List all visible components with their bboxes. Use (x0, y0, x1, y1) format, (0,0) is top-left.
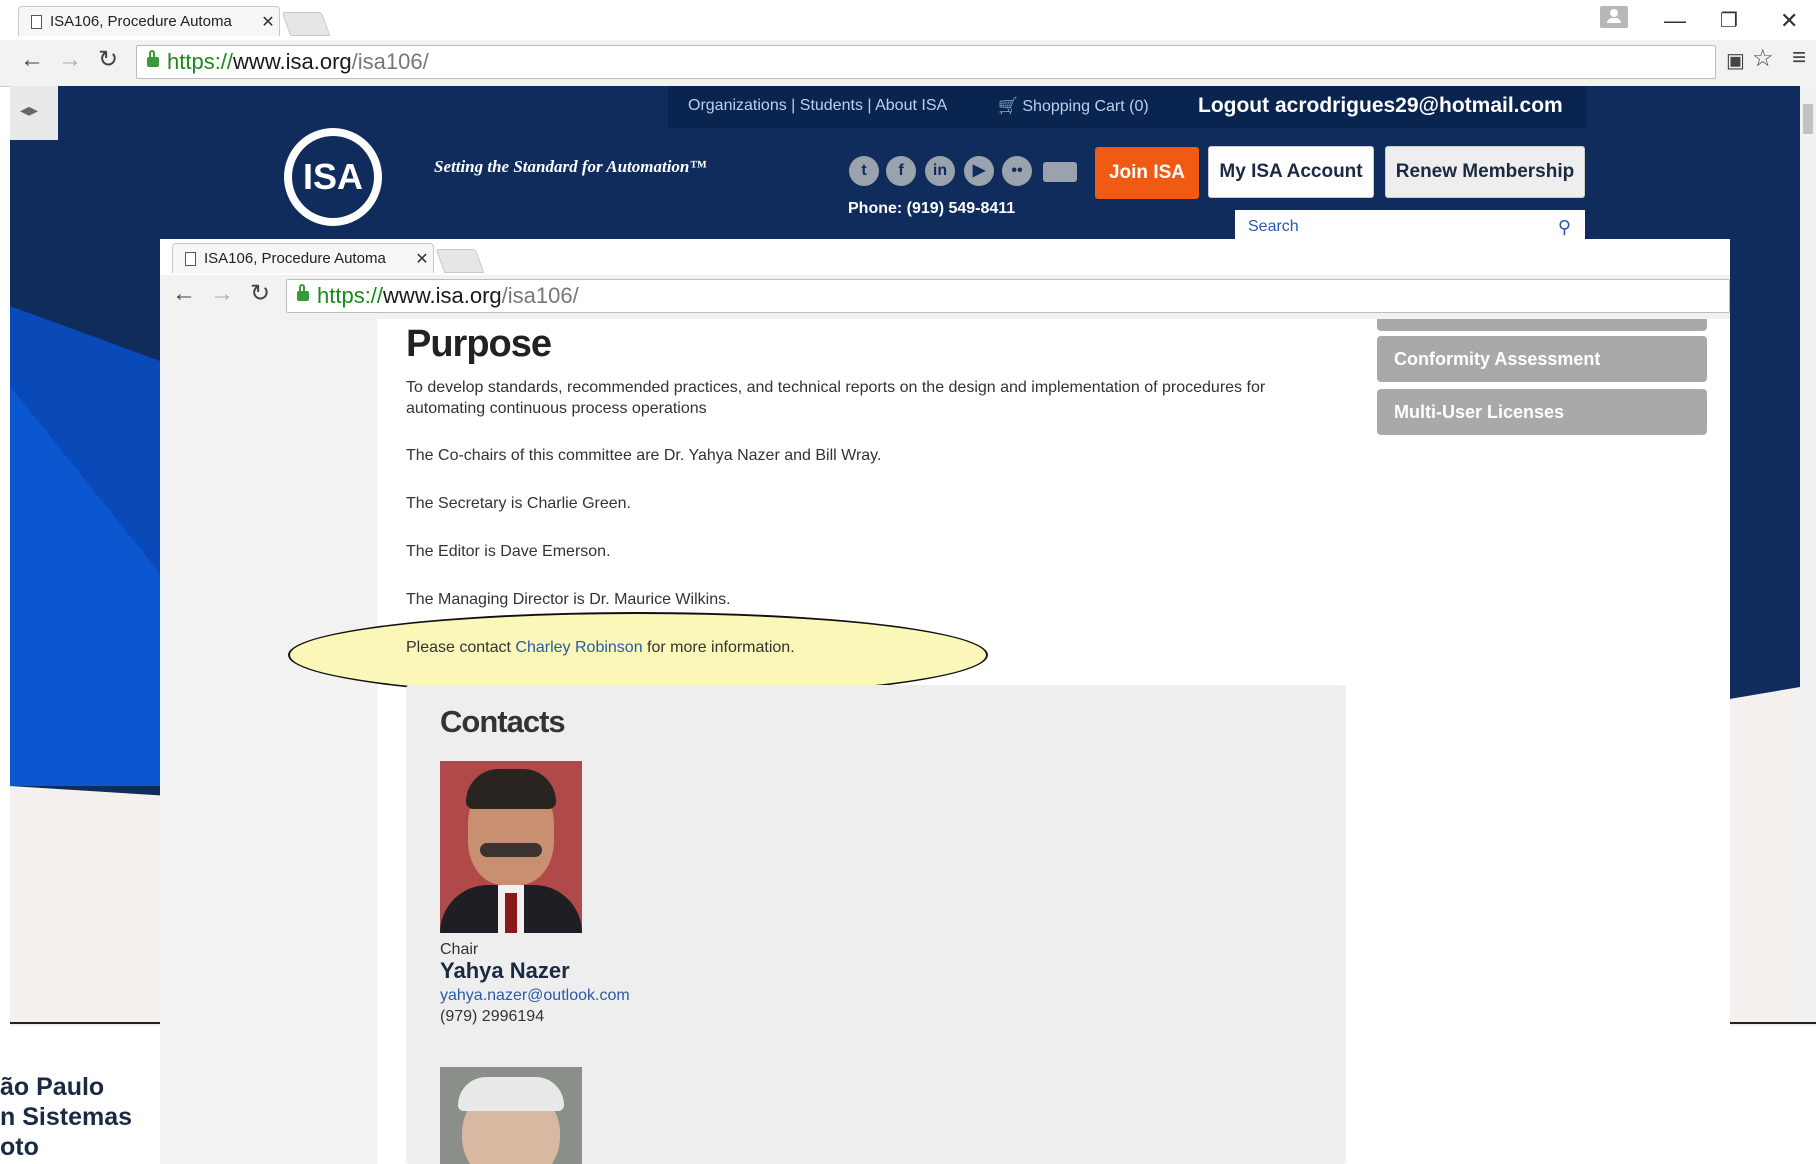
contact-suffix: for more information. (642, 639, 795, 656)
charley-robinson-link[interactable]: Charley Robinson (515, 639, 642, 656)
sidebar-multi-user-licenses[interactable]: Multi-User Licenses (1377, 389, 1707, 435)
restore-icon[interactable]: ❐ (1720, 8, 1738, 33)
minimize-icon[interactable]: — (1664, 8, 1686, 34)
linkedin-icon[interactable]: in (925, 156, 955, 186)
page-icon (185, 251, 196, 266)
url-host: www.isa.org (383, 283, 502, 308)
close-tab-icon[interactable]: ✕ (411, 249, 433, 269)
url-host: www.isa.org (233, 49, 352, 74)
front-toolbar: ← → ↻ https://www.isa.org/isa106/ (160, 275, 1730, 320)
nav-separator: | (791, 97, 796, 114)
contact-sentence: Please contact Charley Robinson for more… (406, 637, 795, 658)
logout-link[interactable]: Logout acrodrigues29@hotmail.com (1198, 94, 1563, 118)
flickr-icon[interactable]: •• (1002, 156, 1032, 186)
back-icon[interactable]: ← (20, 46, 44, 74)
phone-number: Phone: (919) 549-8411 (848, 200, 1016, 217)
translate-icon[interactable]: ▣ (1726, 48, 1745, 73)
url-scheme: https:// (317, 283, 384, 308)
sidebar-item-partial[interactable] (1377, 319, 1707, 331)
co-chair-photo (440, 1067, 582, 1164)
profile-icon[interactable] (1600, 6, 1628, 28)
url-scheme: https:// (167, 49, 234, 74)
back-tab-strip: ISA106, Procedure Automa ✕ — ❐ ✕ (0, 0, 1816, 41)
nav-about-isa[interactable]: About ISA (875, 97, 947, 114)
facebook-icon[interactable]: f (886, 156, 916, 186)
director-text: The Managing Director is Dr. Maurice Wil… (406, 591, 731, 608)
contacts-heading: Contacts (440, 704, 566, 739)
contact-role: Chair (440, 941, 479, 958)
url-path: /isa106/ (351, 49, 429, 74)
search-placeholder: Search (1248, 218, 1299, 235)
join-isa-button[interactable]: Join ISA (1095, 147, 1199, 199)
nav-students[interactable]: Students (800, 97, 863, 114)
chair-photo (440, 761, 582, 933)
front-tab-title: ISA106, Procedure Automa (204, 250, 386, 267)
editor-text: The Editor is Dave Emerson. (406, 543, 611, 560)
front-tab[interactable]: ISA106, Procedure Automa ✕ (172, 243, 434, 273)
front-tab-strip: ISA106, Procedure Automa ✕ (160, 239, 1730, 276)
page-icon (31, 14, 42, 29)
my-isa-account-button[interactable]: My ISA Account (1208, 146, 1374, 198)
divider-line (1730, 1022, 1816, 1024)
twitter-icon[interactable]: t (849, 156, 879, 186)
slide-line: ão Paulo (0, 1073, 105, 1101)
side-toggle[interactable]: ◂▸ (10, 86, 58, 140)
cart-label: Shopping Cart (0) (1022, 98, 1149, 115)
front-address-bar[interactable]: https://www.isa.org/isa106/ (286, 279, 1730, 313)
divider-line (10, 1022, 160, 1024)
back-toolbar: ← → ↻ https://www.isa.org/isa106/ ▣ ☆ ≡ (0, 40, 1816, 87)
contact-prefix: Please contact (406, 639, 516, 656)
back-address-bar[interactable]: https://www.isa.org/isa106/ (136, 45, 1716, 79)
forward-icon[interactable]: → (58, 46, 82, 74)
close-tab-icon[interactable]: ✕ (257, 12, 279, 32)
contact-phone: (979) 2996194 (440, 1008, 545, 1025)
back-icon[interactable]: ← (172, 280, 196, 308)
menu-icon[interactable]: ≡ (1792, 44, 1806, 72)
shopping-cart-link[interactable]: 🛒 Shopping Cart (0) (998, 96, 1149, 116)
slide-fragment: ão Paulo n Sistemas oto (0, 1026, 160, 1164)
purpose-heading: Purpose (406, 323, 552, 365)
tagline: Setting the Standard for Automation™ (434, 157, 707, 176)
cochairs-text: The Co-chairs of this committee are Dr. … (406, 447, 882, 464)
reload-icon[interactable]: ↻ (98, 45, 118, 74)
secretary-text: The Secretary is Charlie Green. (406, 495, 631, 512)
top-nav: Organizations | Students | About ISA 🛒 S… (668, 86, 1586, 128)
slide-line: n Sistemas (0, 1103, 133, 1131)
back-tab-title: ISA106, Procedure Automa (50, 13, 232, 30)
isa-logo[interactable]: ISA (284, 128, 382, 226)
contact-email-link[interactable]: yahya.nazer@outlook.com (440, 985, 630, 1006)
contact-name: Yahya Nazer (440, 958, 570, 983)
url-path: /isa106/ (501, 283, 579, 308)
close-window-icon[interactable]: ✕ (1780, 8, 1798, 34)
star-icon[interactable]: ☆ (1752, 44, 1774, 73)
nav-organizations[interactable]: Organizations (688, 97, 787, 114)
search-input[interactable]: Search ⚲ (1235, 210, 1585, 240)
reload-icon[interactable]: ↻ (250, 279, 270, 308)
front-browser-window: ISA106, Procedure Automa ✕ ← → ↻ https:/… (160, 239, 1730, 1164)
back-tab[interactable]: ISA106, Procedure Automa ✕ (18, 6, 280, 36)
sidebar-conformity-assessment[interactable]: Conformity Assessment (1377, 336, 1707, 382)
new-tab-button[interactable] (281, 12, 331, 36)
back-scrollbar[interactable] (1800, 86, 1816, 1026)
forward-icon[interactable]: → (210, 280, 234, 308)
expand-arrows-icon: ◂▸ (20, 100, 39, 120)
cart-icon: 🛒 (998, 98, 1018, 115)
new-tab-button[interactable] (435, 249, 485, 273)
lock-icon (147, 50, 159, 67)
rss-icon[interactable] (1043, 162, 1077, 182)
youtube-icon[interactable]: ▶ (964, 156, 994, 186)
slide-line: oto (0, 1133, 39, 1161)
nav-separator: | (867, 97, 872, 114)
purpose-text: To develop standards, recommended practi… (406, 379, 1266, 417)
lock-icon (297, 284, 309, 301)
logo-text: ISA (292, 136, 374, 218)
renew-membership-button[interactable]: Renew Membership (1385, 146, 1585, 198)
